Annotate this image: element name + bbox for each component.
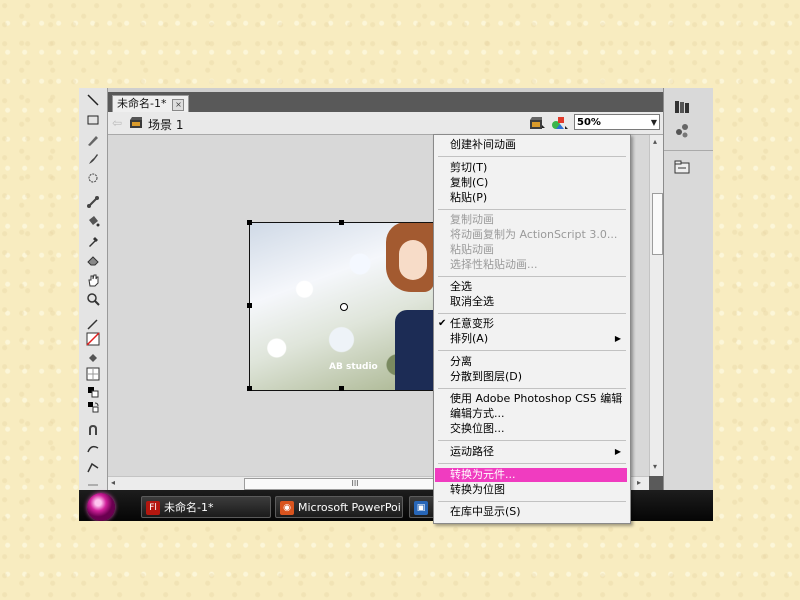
start-button[interactable] — [87, 493, 115, 521]
photoshop-app-icon: ▣ — [414, 501, 428, 515]
menu-item-create-motion-tween[interactable]: 创建补间动画 — [435, 138, 627, 152]
deco-tool-icon[interactable] — [84, 170, 102, 186]
checkmark-icon: ✔ — [438, 318, 447, 329]
menu-item-copy[interactable]: 复制(C) — [435, 176, 627, 190]
components-icon[interactable] — [672, 122, 692, 140]
brush-tool-icon[interactable] — [84, 151, 102, 167]
menu-separator — [438, 276, 626, 277]
zoom-select[interactable]: 50% ▼ — [574, 114, 660, 130]
menu-separator — [438, 156, 626, 157]
menu-item-paste-motion-special: 选择性粘贴动画... — [450, 258, 538, 271]
menu-item-distribute-to-layers[interactable]: 分散到图层(D) — [435, 370, 627, 384]
resize-handle-top[interactable] — [339, 220, 344, 225]
document-tab[interactable]: 未命名-1* × — [112, 95, 190, 112]
fill-color-icon[interactable] — [84, 350, 102, 366]
resize-handle-tl[interactable] — [247, 220, 252, 225]
rectangle-tool-icon[interactable] — [84, 112, 102, 128]
pencil-tool-icon[interactable] — [84, 132, 102, 148]
line-tool-icon[interactable] — [84, 92, 102, 108]
menu-item-edit-with[interactable]: 编辑方式... — [435, 407, 627, 421]
menu-item-convert-to-symbol[interactable]: 转换为元件... — [435, 468, 627, 482]
vertical-scrollbar[interactable]: ▴ ▾ — [649, 135, 664, 476]
menu-item-free-transform[interactable]: ✔ 任意变形 — [435, 317, 627, 331]
scroll-down-icon[interactable]: ▾ — [653, 462, 657, 471]
document-tab-bar: 未命名-1* × — [108, 88, 663, 112]
scene-clapper-icon — [130, 117, 142, 128]
black-white-icon[interactable] — [84, 384, 102, 400]
swap-colors-icon[interactable] — [84, 399, 102, 415]
taskbar-button-flash[interactable]: Fl 未命名-1* — [141, 496, 271, 518]
menu-item-paste-motion: 粘贴动画 — [450, 243, 494, 256]
panel-folder-icon[interactable] — [672, 158, 692, 176]
bone-tool-icon[interactable] — [84, 194, 102, 210]
back-arrow-icon[interactable]: ⇦ — [112, 116, 122, 130]
menu-separator — [438, 209, 626, 210]
document-tab-label: 未命名-1* — [117, 97, 167, 110]
menu-item-copy-motion: 复制动画 — [450, 213, 494, 226]
menu-item-deselect-all[interactable]: 取消全选 — [435, 295, 627, 309]
menu-item-break-apart[interactable]: 分离 — [435, 355, 627, 369]
fill-swatch-icon[interactable] — [84, 366, 102, 382]
taskbar-button-label: Microsoft PowerPoi... — [298, 501, 403, 514]
menu-separator — [438, 388, 626, 389]
tools-panel — [79, 88, 108, 498]
menu-item-label: 任意变形 — [450, 317, 494, 330]
eraser-icon[interactable] — [84, 252, 102, 268]
no-color-swatch-icon[interactable] — [84, 331, 102, 347]
submenu-arrow-icon: ▶ — [614, 447, 621, 456]
stroke-color-icon[interactable] — [84, 316, 102, 332]
taskbar-button-powerpoint[interactable]: ◉ Microsoft PowerPoi... — [275, 496, 403, 518]
taskbar-button-label: 未命名-1* — [164, 501, 214, 514]
vertical-scroll-thumb[interactable] — [652, 193, 663, 255]
resize-handle-bl[interactable] — [247, 386, 252, 391]
menu-item-swap-bitmap[interactable]: 交换位图... — [435, 422, 627, 436]
menu-separator — [438, 501, 626, 502]
dock-separator — [664, 150, 713, 151]
transform-center-point[interactable] — [340, 303, 348, 311]
edit-scene-icon[interactable] — [529, 116, 545, 130]
menu-item-copy-motion-as-as3: 将动画复制为 ActionScript 3.0... — [450, 228, 618, 241]
scroll-left-icon[interactable]: ◂ — [111, 478, 115, 487]
menu-item-paste[interactable]: 粘贴(P) — [435, 191, 627, 205]
menu-separator — [438, 463, 626, 464]
scene-label: 场景 1 — [148, 118, 184, 132]
edit-bar: ⇦ 场景 1 50% ▼ — [108, 112, 663, 135]
menu-item-edit-with-photoshop[interactable]: 使用 Adobe Photoshop CS5 编辑 — [435, 392, 627, 406]
paint-bucket-icon[interactable] — [84, 213, 102, 229]
menu-separator — [438, 350, 626, 351]
snap-magnet-icon[interactable] — [84, 422, 102, 438]
scroll-right-icon[interactable]: ▸ — [637, 478, 641, 487]
zoom-dropdown-icon[interactable]: ▼ — [651, 115, 657, 131]
scroll-up-icon[interactable]: ▴ — [653, 137, 657, 146]
close-tab-icon[interactable]: × — [172, 99, 185, 111]
smooth-icon[interactable] — [84, 441, 102, 457]
straighten-icon[interactable] — [84, 459, 102, 475]
context-menu: 创建补间动画 剪切(T) 复制(C) 粘贴(P) 复制动画 将动画复制为 Act… — [433, 134, 631, 524]
menu-item-label: 运动路径 — [450, 445, 494, 458]
library-books-icon[interactable] — [672, 98, 692, 116]
hand-tool-icon[interactable] — [84, 272, 102, 288]
right-panel-dock — [663, 88, 713, 490]
zoom-tool-icon[interactable] — [84, 291, 102, 307]
edit-symbols-icon[interactable] — [551, 116, 569, 130]
menu-item-convert-to-bitmap[interactable]: 转换为位图 — [435, 483, 627, 497]
menu-item-label: 排列(A) — [450, 332, 489, 345]
menu-item-show-in-library[interactable]: 在库中显示(S) — [435, 505, 627, 519]
flash-app-icon: Fl — [146, 501, 160, 515]
zoom-value: 50% — [577, 117, 601, 128]
tabbar-top-strip — [108, 88, 663, 92]
menu-separator — [438, 313, 626, 314]
menu-item-select-all[interactable]: 全选 — [435, 280, 627, 294]
submenu-arrow-icon: ▶ — [614, 334, 621, 343]
powerpoint-app-icon: ◉ — [280, 501, 294, 515]
resize-handle-left[interactable] — [247, 303, 252, 308]
menu-item-motion-path[interactable]: 运动路径 ▶ — [435, 445, 627, 459]
eyedropper-icon[interactable] — [84, 233, 102, 249]
menu-item-cut[interactable]: 剪切(T) — [435, 161, 627, 175]
resize-handle-bottom[interactable] — [339, 386, 344, 391]
menu-item-arrange[interactable]: 排列(A) ▶ — [435, 332, 627, 346]
menu-separator — [438, 440, 626, 441]
